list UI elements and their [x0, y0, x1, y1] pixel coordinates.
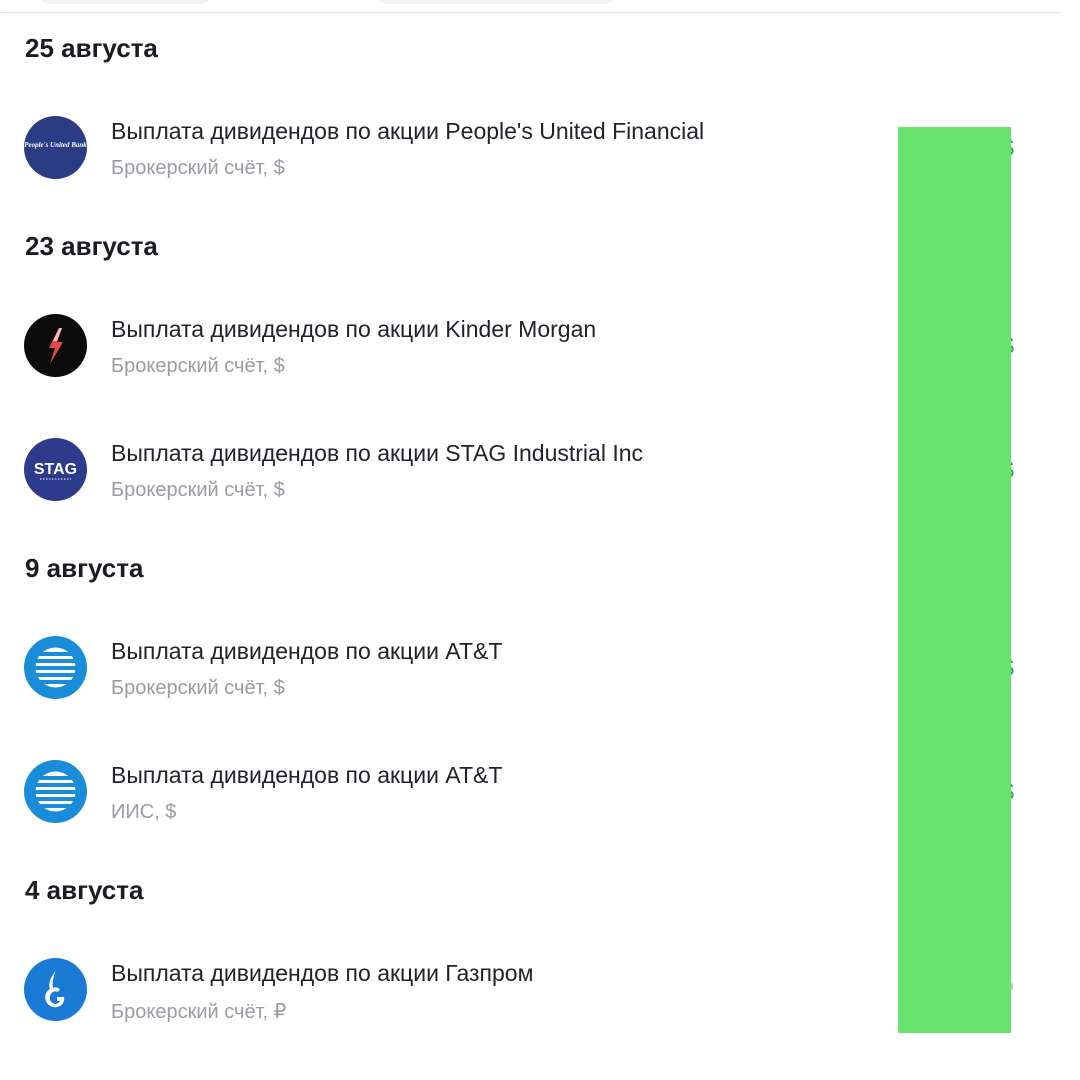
- operation-title: Выплата дивидендов по акции Газпром: [111, 960, 534, 986]
- operation-account: Брокерский счёт, $: [111, 157, 285, 179]
- att-globe-logo: [24, 636, 87, 699]
- operation-account: Брокерский счёт, $: [111, 677, 285, 699]
- operation-title: Выплата дивидендов по акции AT&T: [111, 638, 503, 664]
- date-header: 4 августа: [25, 875, 144, 905]
- date-header: 23 августа: [25, 231, 158, 261]
- redaction-overlay: [898, 127, 1011, 1033]
- att-globe-logo: [24, 760, 87, 823]
- peoples-united-logo-text: People's United Bank: [24, 141, 87, 149]
- date-header: 9 августа: [25, 553, 144, 583]
- operation-account: Брокерский счёт, $: [111, 479, 285, 501]
- top-bar: [0, 0, 1060, 13]
- filter-chip[interactable]: [40, 0, 210, 4]
- operation-account: Брокерский счёт, $: [111, 355, 285, 377]
- operation-title: Выплата дивидендов по акции STAG Industr…: [111, 440, 644, 466]
- date-header: 25 августа: [25, 33, 158, 63]
- stag-logo: STAG: [24, 438, 87, 501]
- operation-title: Выплата дивидендов по акции AT&T: [111, 762, 503, 788]
- operation-account: ИИС, $: [111, 801, 177, 823]
- stag-logo-text: STAG: [34, 461, 77, 478]
- kinder-morgan-logo: [24, 314, 87, 377]
- peoples-united-logo: People's United Bank: [24, 116, 87, 179]
- filter-chip[interactable]: [378, 0, 614, 4]
- operation-title: Выплата дивидендов по акции Kinder Morga…: [111, 316, 597, 342]
- gazprom-logo: [24, 958, 87, 1021]
- operation-title: Выплата дивидендов по акции People's Uni…: [111, 118, 705, 144]
- operation-account: Брокерский счёт, ₽: [111, 1001, 287, 1023]
